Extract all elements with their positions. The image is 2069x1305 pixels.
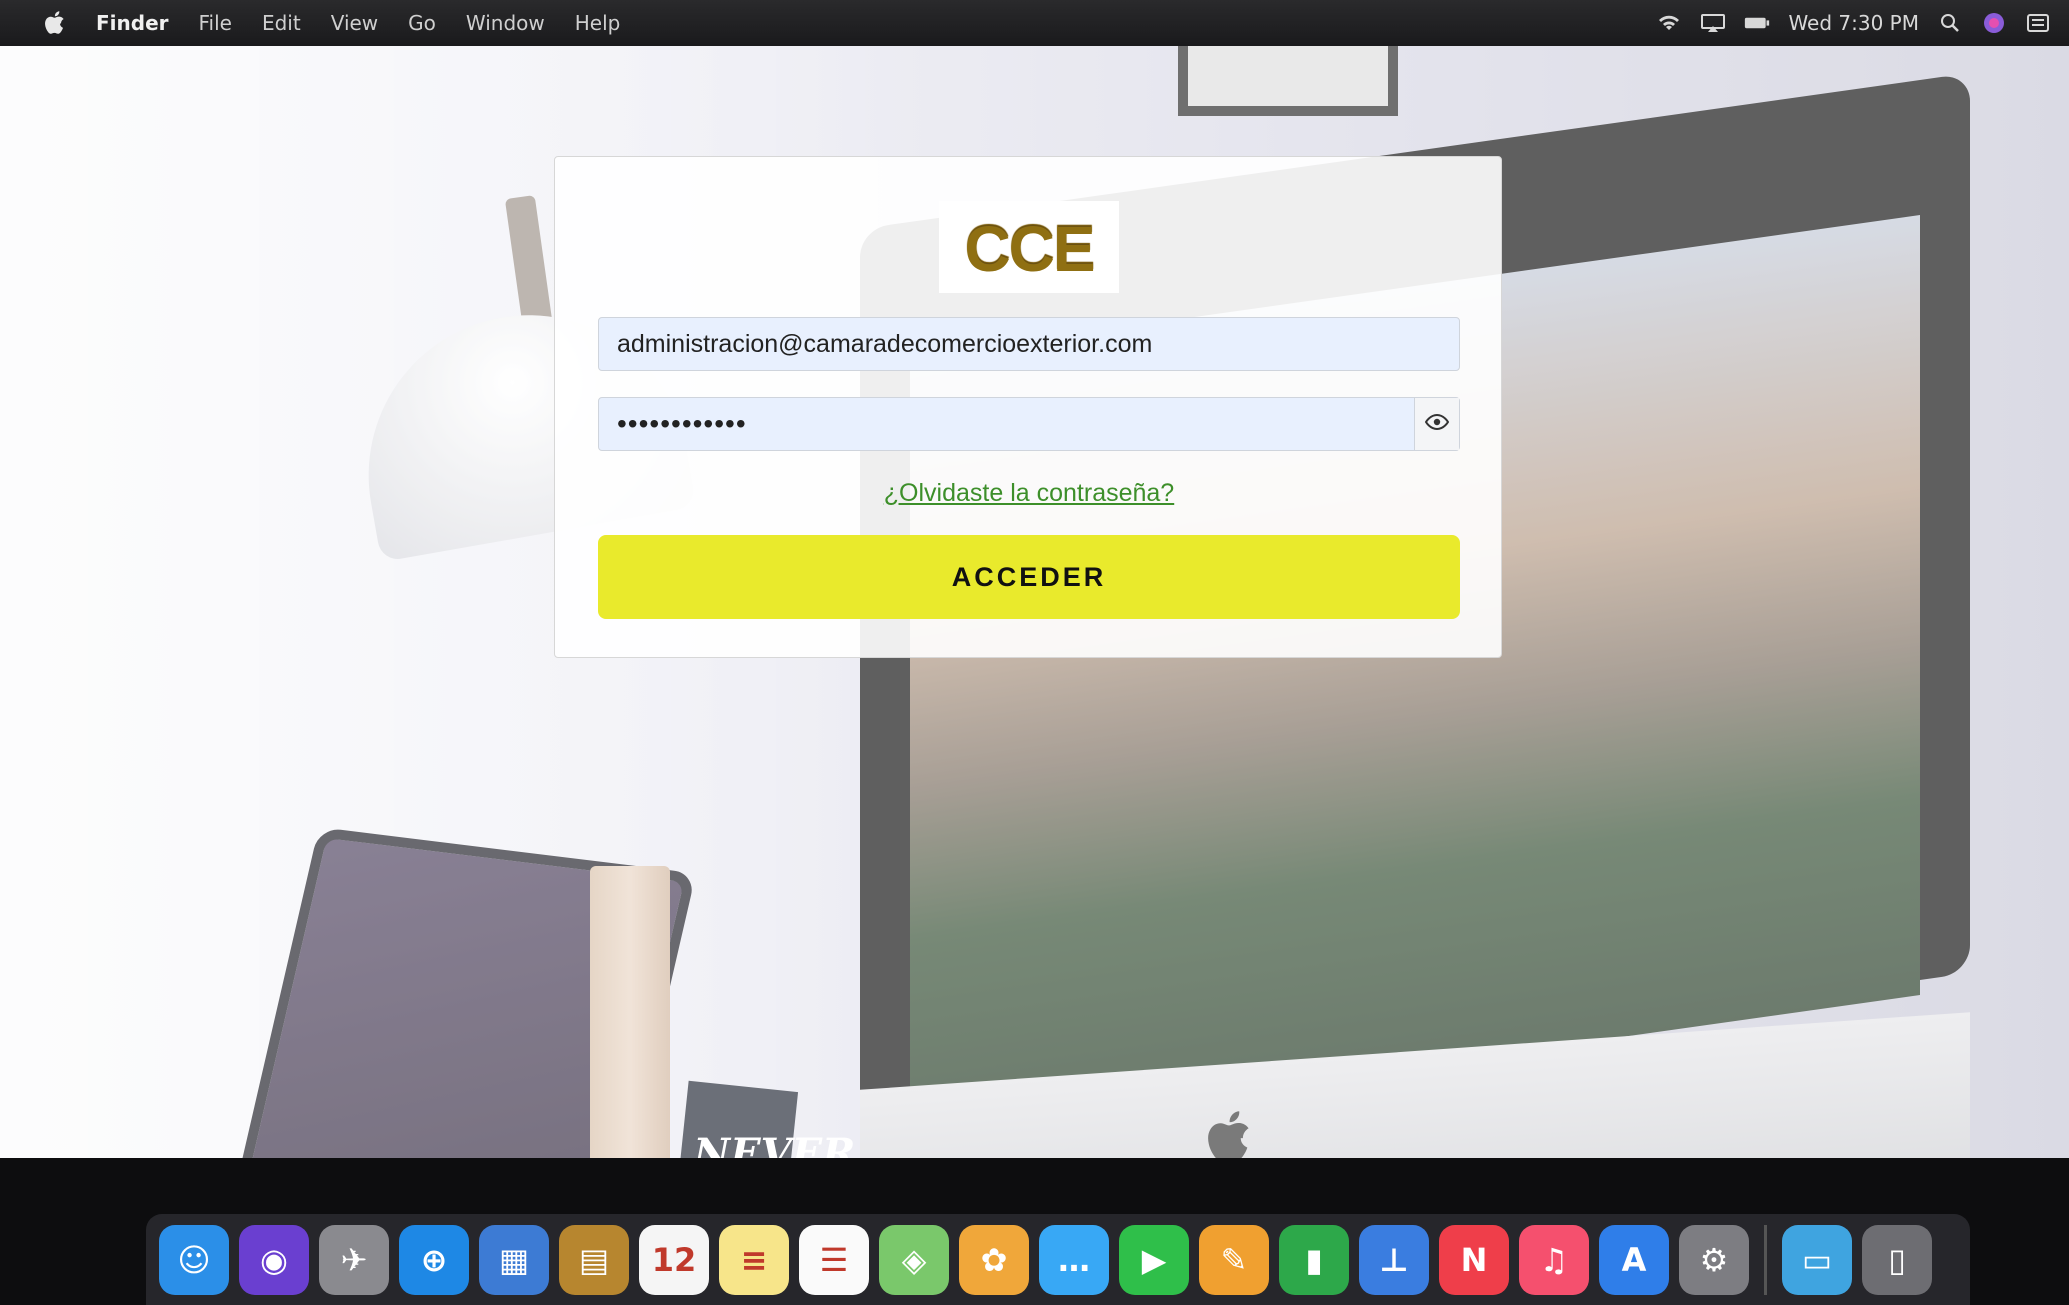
menu-app-name[interactable]: Finder [96, 11, 169, 35]
messages-icon[interactable]: … [1039, 1224, 1109, 1295]
logo-text: CCE [964, 211, 1095, 283]
email-input[interactable] [599, 317, 1459, 371]
safari-icon[interactable]: ⊕ [399, 1224, 469, 1295]
trash-icon[interactable]: ▯ [1862, 1224, 1932, 1295]
notes-icon[interactable]: ≡ [719, 1224, 789, 1295]
control-center-icon[interactable] [2025, 12, 2051, 34]
reminders-icon[interactable]: ☰ [799, 1224, 869, 1295]
menu-view[interactable]: View [331, 11, 378, 35]
menubar: Finder File Edit View Go Window Help Wed… [0, 0, 2069, 46]
show-password-button[interactable] [1414, 398, 1459, 450]
menu-edit[interactable]: Edit [262, 11, 301, 35]
pages-icon[interactable]: ✎ [1199, 1224, 1269, 1295]
news-icon[interactable]: N [1439, 1224, 1509, 1295]
menubar-clock[interactable]: Wed 7:30 PM [1788, 11, 1919, 35]
acceder-button[interactable]: ACCEDER [598, 535, 1460, 619]
calendar-icon[interactable]: 12 [639, 1224, 709, 1295]
password-input[interactable] [599, 397, 1414, 451]
notebook-icon[interactable]: ▤ [559, 1224, 629, 1295]
login-card: CCE ¿Olvidaste la contraseña? ACCEDER [554, 156, 1502, 658]
app-store-icon[interactable]: A [1599, 1224, 1669, 1295]
wifi-icon[interactable] [1656, 12, 1682, 34]
numbers-icon[interactable]: ▮ [1279, 1224, 1349, 1295]
finder-icon[interactable]: ☺ [159, 1224, 229, 1295]
dock-separator [1764, 1224, 1767, 1295]
airplay-icon[interactable] [1700, 12, 1726, 34]
downloads-folder-icon[interactable]: ▭ [1782, 1224, 1852, 1295]
menu-file[interactable]: File [199, 11, 232, 35]
launchpad-icon[interactable]: ✈ [319, 1224, 389, 1295]
search-icon[interactable] [1937, 12, 1963, 34]
apple-menu-icon[interactable] [40, 10, 72, 36]
battery-icon[interactable] [1744, 12, 1770, 34]
menubar-status-area: Wed 7:30 PM [1656, 0, 2051, 46]
siri-icon[interactable]: ◉ [239, 1224, 309, 1295]
siri-icon[interactable] [1981, 12, 2007, 34]
eye-icon [1424, 413, 1450, 434]
menu-go[interactable]: Go [408, 11, 436, 35]
password-field-wrapper [598, 397, 1460, 451]
photos-icon[interactable]: ✿ [959, 1224, 1029, 1295]
music-icon[interactable]: ♫ [1519, 1224, 1589, 1295]
desktop-background: NEVER CCE ¿Olvidaste la contraseña? ACCE… [0, 46, 2069, 1158]
forgot-password-link[interactable]: ¿Olvidaste la contraseña? [555, 479, 1503, 508]
dock: ☺ ◉ ✈ ⊕ ▦ ▤ 12 ≡ ☰ ◈ ✿… ▶ ✎ ▮ ⊥ N ♫ A ⚙ ▭ ▯ [146, 1214, 1970, 1305]
keynote-icon[interactable]: ⊥ [1359, 1224, 1429, 1295]
menu-help[interactable]: Help [575, 11, 621, 35]
menu-window[interactable]: Window [466, 11, 545, 35]
facetime-icon[interactable]: ▶ [1119, 1224, 1189, 1295]
email-field-wrapper [598, 317, 1460, 371]
maps-icon[interactable]: ◈ [879, 1224, 949, 1295]
preview-icon[interactable]: ▦ [479, 1224, 549, 1295]
cce-logo: CCE [939, 201, 1119, 293]
system-preferences-icon[interactable]: ⚙ [1679, 1224, 1749, 1295]
